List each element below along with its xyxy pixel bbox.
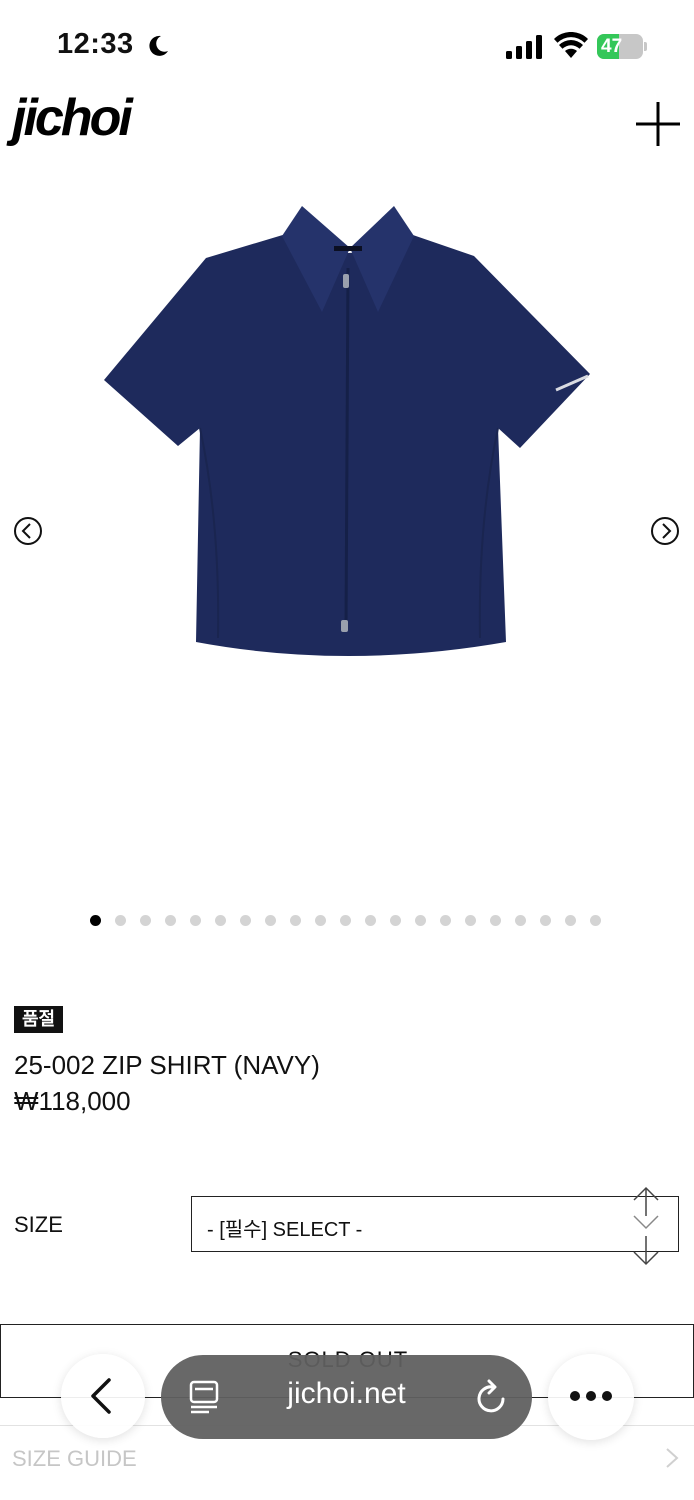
browser-back-button[interactable] — [61, 1354, 145, 1438]
product-image — [104, 206, 590, 656]
gallery-dot[interactable] — [240, 915, 251, 926]
reload-icon[interactable] — [475, 1379, 509, 1415]
battery-body: 47 — [597, 34, 643, 59]
gallery-dot[interactable] — [115, 915, 126, 926]
gallery-dot[interactable] — [390, 915, 401, 926]
size-select-value: - [필수] SELECT - — [207, 1219, 363, 1241]
gallery-dot[interactable] — [340, 915, 351, 926]
cellular-signal-icon — [506, 35, 542, 59]
moon-icon — [149, 35, 168, 56]
gallery-dot[interactable] — [315, 915, 326, 926]
gallery-dot[interactable] — [515, 915, 526, 926]
gallery-dot[interactable] — [465, 915, 476, 926]
gallery-dot[interactable] — [265, 915, 276, 926]
gallery-dot[interactable] — [165, 915, 176, 926]
soldout-badge: 품절 — [14, 1006, 64, 1033]
gallery-dot[interactable] — [540, 915, 551, 926]
status-time: 12:33 — [57, 28, 134, 60]
product-gallery[interactable] — [0, 190, 694, 926]
gallery-dot[interactable] — [440, 915, 451, 926]
gallery-dot[interactable] — [290, 915, 301, 926]
gallery-dot[interactable] — [215, 915, 226, 926]
next-image-button[interactable] — [650, 516, 680, 546]
product-price: ₩118,000 — [14, 1086, 131, 1116]
site-logo[interactable]: jichoi — [12, 88, 133, 148]
size-label: SIZE — [14, 1212, 63, 1237]
gallery-dot[interactable] — [365, 915, 376, 926]
more-options-button[interactable] — [548, 1354, 634, 1440]
plus-menu-icon[interactable] — [634, 100, 682, 148]
product-name: 25-002 ZIP SHIRT (NAVY) — [14, 1050, 320, 1080]
prev-image-button[interactable] — [13, 516, 43, 546]
gallery-dot[interactable] — [590, 915, 601, 926]
battery-cap — [644, 42, 647, 51]
gallery-pagination — [90, 915, 601, 926]
gallery-dot[interactable] — [190, 915, 201, 926]
gallery-dot[interactable] — [140, 915, 151, 926]
select-stepper-icon[interactable] — [626, 1186, 666, 1266]
gallery-dot[interactable] — [90, 915, 101, 926]
battery-percent: 47 — [601, 36, 623, 57]
gallery-dot[interactable] — [565, 915, 576, 926]
gallery-dot[interactable] — [490, 915, 501, 926]
ellipsis-icon — [570, 1391, 612, 1401]
battery-indicator: 47 — [597, 34, 647, 59]
size-guide-link[interactable]: SIZE GUIDE — [12, 1446, 137, 1472]
back-arrow-icon — [91, 1378, 111, 1414]
address-bar[interactable]: jichoi.net — [161, 1355, 532, 1439]
size-select[interactable]: - [필수] SELECT - — [191, 1196, 679, 1252]
wifi-icon — [554, 32, 588, 58]
chevron-right-icon — [666, 1448, 679, 1468]
gallery-dot[interactable] — [415, 915, 426, 926]
status-bar: 12:33 47 — [0, 0, 694, 90]
